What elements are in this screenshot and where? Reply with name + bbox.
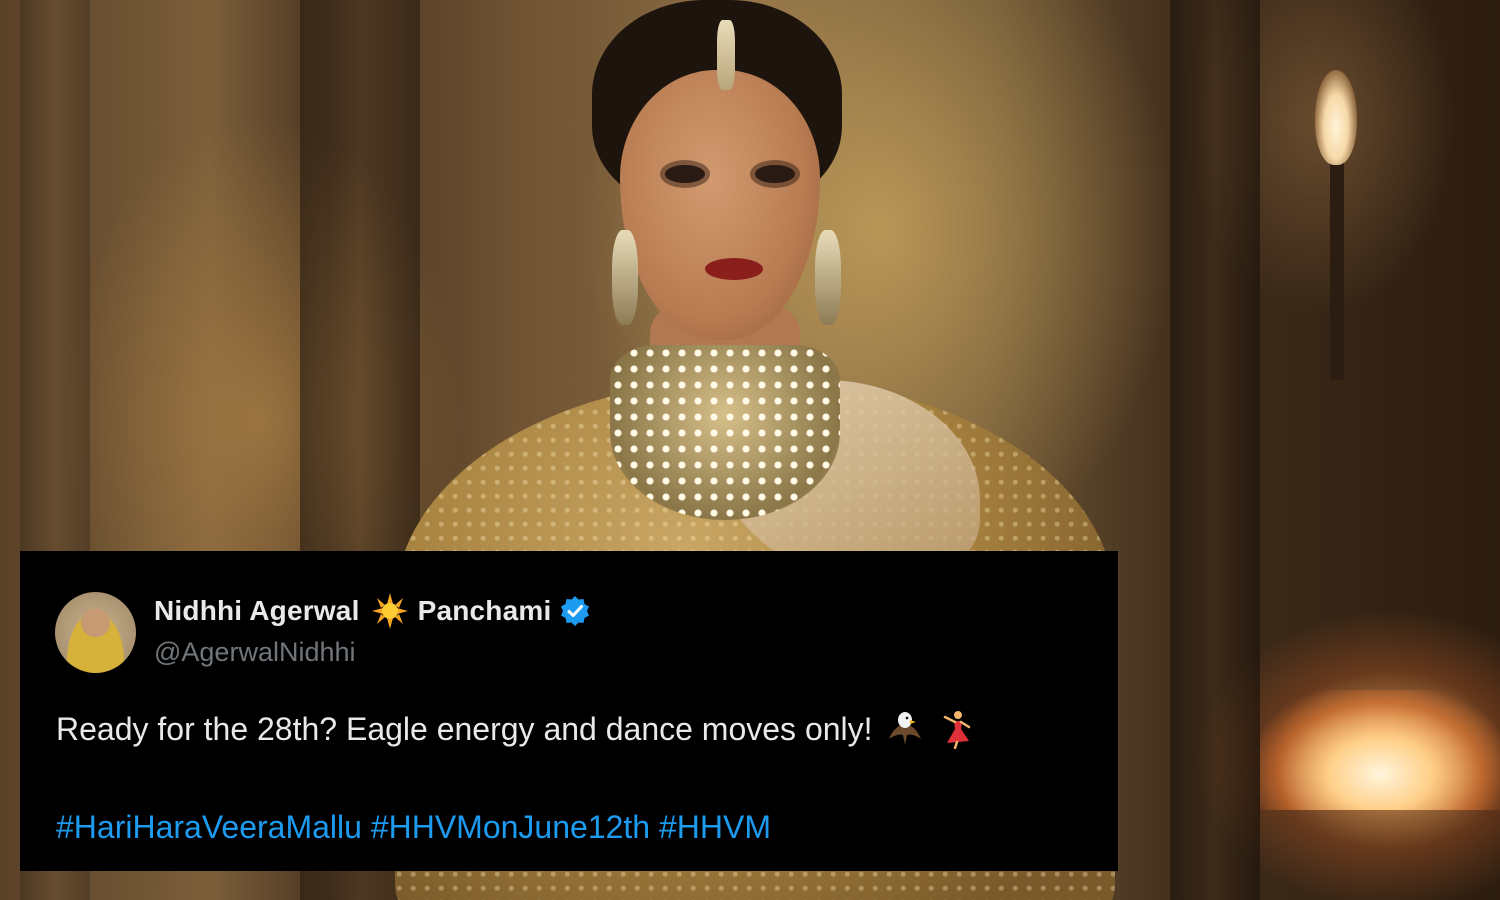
avatar[interactable] [55,592,136,673]
tweet-text: Ready for the 28th? Eagle energy and dan… [56,710,873,747]
hashtags: #HariHaraVeeraMallu #HHVMonJune12th #HHV… [56,809,771,846]
left-eye [665,165,705,183]
necklace [610,345,840,520]
user-handle[interactable]: @AgerwalNidhhi [154,637,356,668]
maang-tikka [717,20,735,90]
display-name-suffix[interactable]: Panchami [418,595,552,627]
display-name[interactable]: Nidhhi Agerwal [154,595,360,627]
hashtag-link[interactable]: #HHVMonJune12th [371,809,650,845]
torch-stand [1330,150,1344,380]
lips [705,258,763,280]
display-name-row[interactable]: Nidhhi Agerwal Panchami [154,593,591,629]
tweet-card: Nidhhi Agerwal Panchami @AgerwalNidhhi R… [20,551,1118,871]
fire-glow [1260,690,1500,810]
hashtag-link[interactable]: #HHVM [659,809,771,845]
right-earring [815,230,841,325]
sun-icon [370,593,410,629]
verified-badge-icon [559,595,591,627]
tweet-body: Ready for the 28th? Eagle energy and dan… [56,709,977,750]
left-earring [612,230,638,325]
torch-flame [1315,70,1357,165]
dancer-icon [937,709,977,750]
hashtag-link[interactable]: #HariHaraVeeraMallu [56,809,362,845]
eagle-icon [885,709,925,749]
right-eye [755,165,795,183]
right-pillar [1170,0,1260,900]
